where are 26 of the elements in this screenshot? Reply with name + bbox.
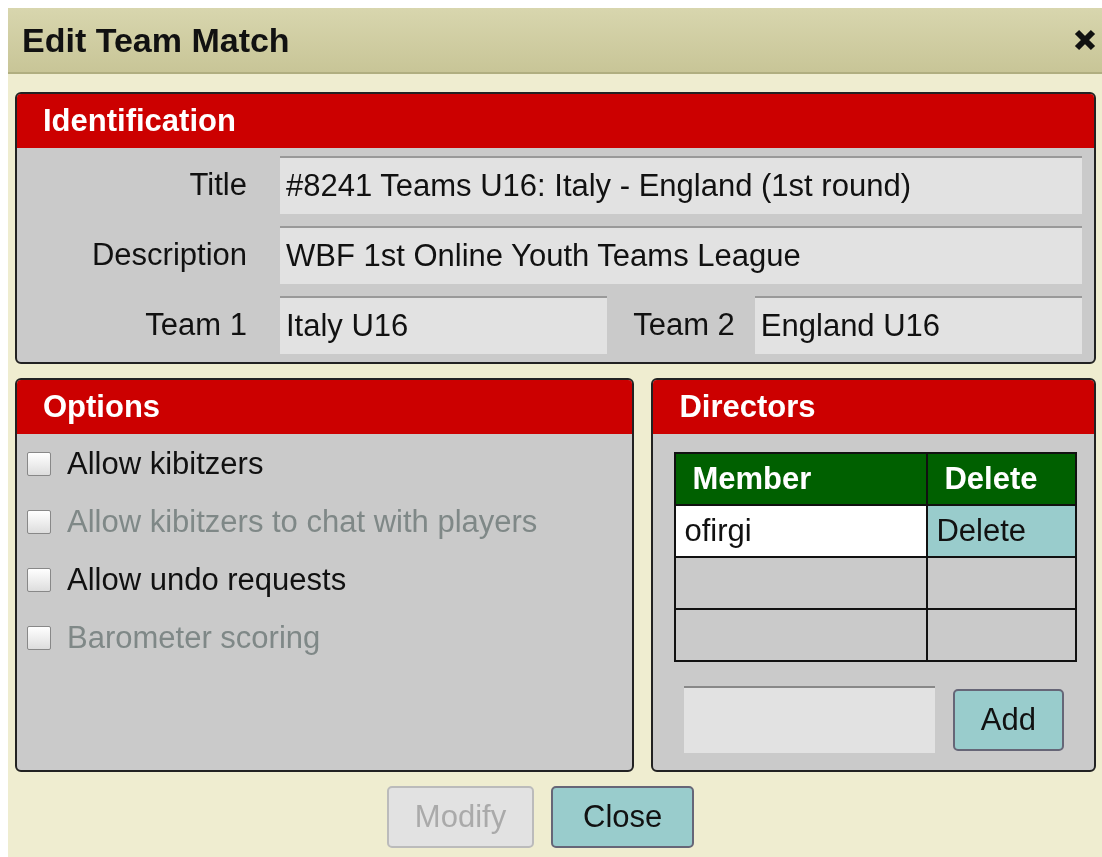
field-label: Description	[90, 237, 248, 273]
column-header: Delete	[927, 453, 1077, 505]
column-header: Member	[675, 453, 928, 505]
panel-header: Directors	[653, 380, 1094, 434]
window-title: Edit Team Match	[22, 20, 290, 60]
field-label: Team 1	[144, 307, 248, 343]
input-field[interactable]: Italy U16	[280, 296, 608, 354]
panel-header: Identification	[17, 94, 1094, 148]
delete-button[interactable]: Delete	[927, 505, 1077, 557]
add-button[interactable]: Add	[952, 688, 1064, 751]
checkbox-label: Barometer scoring	[67, 620, 321, 656]
panel-header: Options	[17, 380, 633, 434]
checkbox-label: Allow undo requests	[67, 562, 347, 598]
close-button[interactable]: Close	[551, 786, 695, 848]
input-field[interactable]: England U16	[754, 296, 1082, 354]
checkbox[interactable]	[27, 568, 51, 592]
field-label: Team 2	[632, 307, 736, 343]
field-label: Title	[188, 167, 248, 203]
input-field[interactable]	[684, 686, 936, 753]
checkbox[interactable]	[27, 452, 51, 476]
table-cell: ofirgi	[675, 505, 928, 557]
checkbox-label: Allow kibitzers to chat with players	[67, 504, 538, 540]
input-field[interactable]: #8241 Teams U16: Italy - England (1st round)	[280, 156, 1082, 214]
close-icon[interactable]	[1074, 29, 1096, 51]
checkbox-label: Allow kibitzers	[67, 446, 264, 482]
input-field[interactable]: WBF 1st Online Youth Teams League	[280, 226, 1082, 284]
